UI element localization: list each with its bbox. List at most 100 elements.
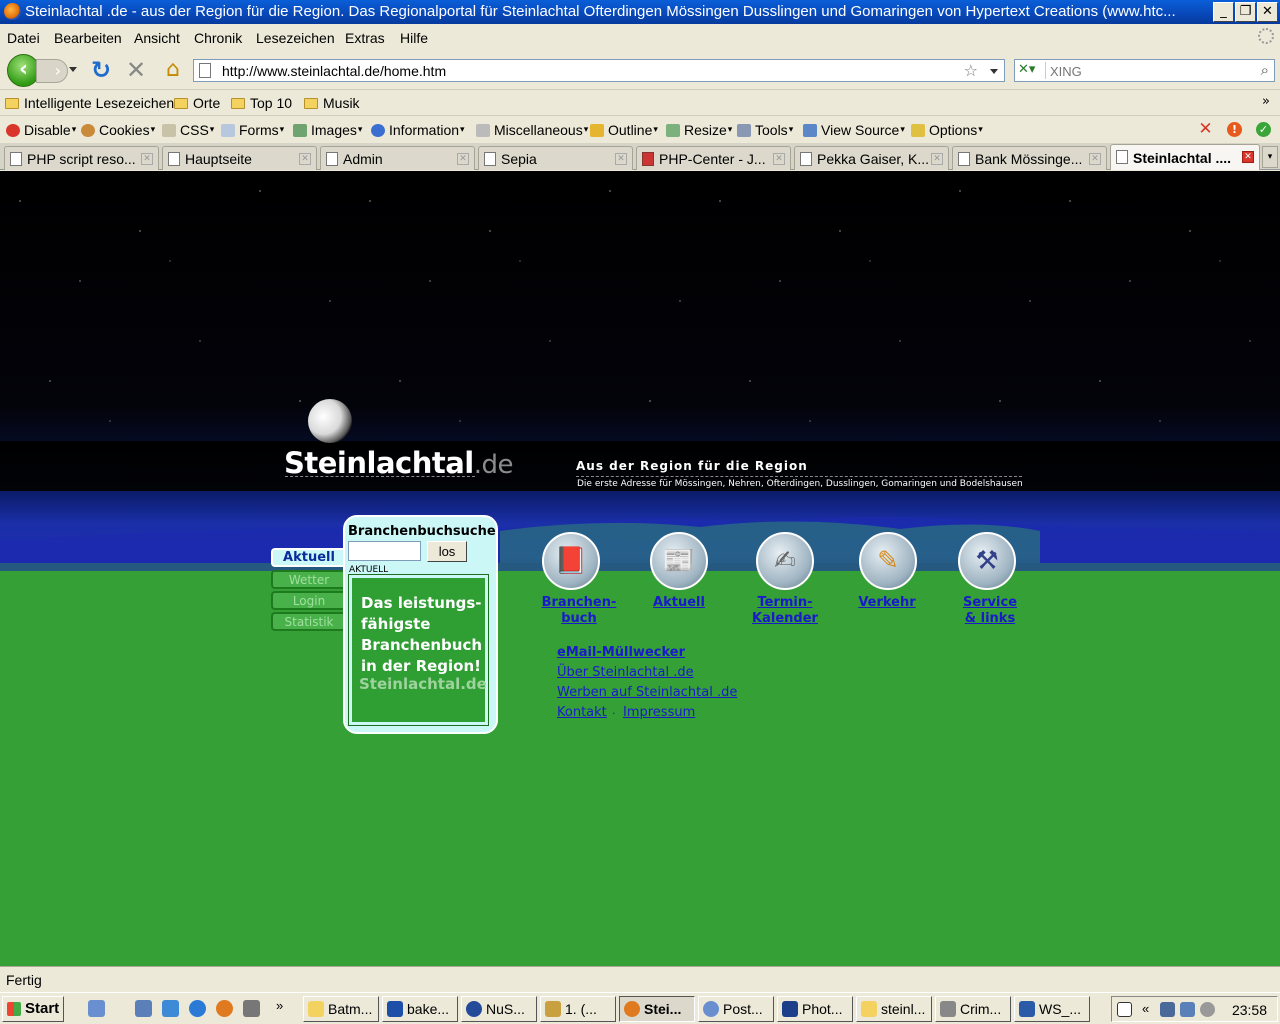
menu-lesezeichen[interactable]: Lesezeichen (256, 30, 335, 46)
tab-close-icon[interactable]: ✕ (931, 153, 943, 165)
start-button[interactable]: Start (2, 996, 64, 1022)
branchenbuch-icon-button[interactable]: 📕 (542, 532, 600, 590)
link-kontakt[interactable]: Kontakt (557, 705, 607, 720)
tab-pekka-gaiser[interactable]: Pekka Gaiser, K... ✕ (794, 146, 949, 170)
tab-close-icon[interactable]: ✕ (457, 153, 469, 165)
nav-link-branchenbuch[interactable]: Branchen- buch (538, 595, 620, 627)
nav-link-service[interactable]: Service & links (955, 595, 1025, 627)
url-dropdown-icon[interactable] (990, 69, 998, 74)
bookmark-folder-orte[interactable]: Orte (174, 95, 220, 111)
menu-chronik[interactable]: Chronik (194, 30, 242, 46)
task-bake[interactable]: bake... (382, 996, 458, 1022)
sidenav-wetter[interactable]: Wetter (271, 570, 345, 589)
bookmark-star-icon[interactable]: ☆ (964, 61, 978, 80)
dev-tools-menu[interactable]: Tools▾ (737, 122, 793, 138)
bookmark-folder-top10[interactable]: Top 10 (231, 95, 292, 111)
search-input[interactable] (1050, 62, 1250, 80)
link-werben[interactable]: Werben auf Steinlachtal .de (557, 685, 737, 700)
tab-sepia[interactable]: Sepia ✕ (478, 146, 633, 170)
quicklaunch-ie-icon[interactable] (189, 1000, 206, 1017)
link-ueber-steinlachtal[interactable]: Über Steinlachtal .de (557, 665, 694, 680)
tab-php-script[interactable]: PHP script reso... ✕ (4, 146, 159, 170)
task-post[interactable]: Post... (698, 996, 774, 1022)
dev-viewsource-menu[interactable]: View Source▾ (803, 122, 905, 138)
link-email-muellwecker[interactable]: eMail-Müllwecker (557, 645, 685, 660)
home-button[interactable]: ⌂ (160, 58, 186, 84)
quicklaunch-network-icon[interactable] (135, 1000, 152, 1017)
tab-close-icon[interactable]: ✕ (773, 153, 785, 165)
sidenav-aktuell[interactable]: Aktuell (271, 548, 345, 567)
bookmarks-overflow-chevron[interactable]: » (1262, 94, 1270, 109)
tab-list-dropdown-icon[interactable]: ▾ (1262, 146, 1278, 168)
task-nus[interactable]: NuS... (461, 996, 537, 1022)
tab-close-icon[interactable]: ✕ (1089, 153, 1101, 165)
tab-close-icon[interactable]: ✕ (299, 153, 311, 165)
task-photoshop[interactable]: Phot... (777, 996, 853, 1022)
restore-button[interactable]: ❐ (1235, 2, 1256, 22)
dev-css-menu[interactable]: CSS▾ (162, 122, 214, 138)
bookmark-folder-intelligente[interactable]: Intelligente Lesezeichen (5, 95, 174, 111)
sidenav-statistik[interactable]: Statistik (271, 612, 345, 631)
url-bar[interactable]: ☆ (193, 59, 1005, 82)
network-icon[interactable] (1160, 1002, 1175, 1017)
quicklaunch-pc-icon[interactable] (243, 1000, 260, 1017)
tab-close-icon[interactable]: ✕ (141, 153, 153, 165)
verkehr-icon-button[interactable]: ✎ (859, 532, 917, 590)
reload-button[interactable]: ↻ (88, 58, 114, 84)
dev-cookies-menu[interactable]: Cookies▾ (81, 122, 155, 138)
menu-hilfe[interactable]: Hilfe (400, 30, 428, 46)
task-steinlachtal-firefox[interactable]: Stei... (619, 996, 695, 1022)
dev-outline-menu[interactable]: Outline▾ (590, 122, 658, 138)
quicklaunch-more-chevron[interactable]: » (276, 999, 286, 1017)
dev-misc-menu[interactable]: Miscellaneous▾ (476, 122, 588, 138)
site-logo[interactable]: Steinlachtal.de (284, 446, 514, 480)
help-icon[interactable] (1117, 1002, 1132, 1017)
volume-icon[interactable] (1200, 1002, 1215, 1017)
menu-ansicht[interactable]: Ansicht (134, 30, 180, 46)
aktuell-icon-button[interactable]: 📰 (650, 532, 708, 590)
promo-box[interactable]: Das leistungs- fähigste Branchenbuch in … (348, 574, 489, 726)
dev-information-menu[interactable]: Information▾ (371, 122, 465, 138)
search-go-button[interactable]: los (427, 541, 467, 562)
search-bar[interactable]: ✕▾ ⌕ (1014, 59, 1275, 82)
menu-bearbeiten[interactable]: Bearbeiten (54, 30, 122, 46)
branchen-search-input[interactable] (348, 541, 421, 561)
quicklaunch-desktop-icon[interactable] (88, 1000, 105, 1017)
url-input[interactable] (222, 62, 952, 80)
dev-images-menu[interactable]: Images▾ (293, 122, 362, 138)
warning-icon[interactable]: ! (1227, 122, 1242, 137)
search-icon[interactable]: ⌕ (1261, 61, 1269, 79)
link-impressum[interactable]: Impressum (623, 705, 695, 720)
nav-link-verkehr[interactable]: Verkehr (852, 595, 922, 611)
stop-button[interactable]: ✕ (123, 58, 149, 84)
tab-steinlachtal[interactable]: Steinlachtal .... ✕ (1110, 144, 1260, 170)
forward-button[interactable]: › (36, 59, 68, 83)
tab-hauptseite[interactable]: Hauptseite ✕ (162, 146, 317, 170)
quicklaunch-app-icon[interactable] (162, 1000, 179, 1017)
dev-disable-menu[interactable]: Disable▾ (6, 122, 76, 138)
nav-link-termin-kalender[interactable]: Termin- Kalender (748, 595, 822, 627)
task-crim[interactable]: Crim... (935, 996, 1011, 1022)
tab-close-icon[interactable]: ✕ (1242, 151, 1254, 163)
tab-close-icon[interactable]: ✕ (615, 153, 627, 165)
service-links-icon-button[interactable]: ⚒ (958, 532, 1016, 590)
error-x-icon[interactable]: ✕ (1198, 121, 1213, 138)
close-window-button[interactable]: ✕ (1257, 2, 1278, 22)
history-dropdown-icon[interactable] (69, 67, 77, 72)
dev-resize-menu[interactable]: Resize▾ (666, 122, 732, 138)
ok-check-icon[interactable]: ✓ (1256, 122, 1271, 137)
task-ws-ftp[interactable]: WS_... (1014, 996, 1090, 1022)
task-batm[interactable]: Batm... (303, 996, 379, 1022)
monitor-icon[interactable] (1180, 1002, 1195, 1017)
quicklaunch-firefox-icon[interactable] (216, 1000, 233, 1017)
task-1[interactable]: 1. (... (540, 996, 616, 1022)
tab-bank-moessingen[interactable]: Bank Mössinge... ✕ (952, 146, 1107, 170)
task-steinl-folder[interactable]: steinl... (856, 996, 932, 1022)
nav-link-aktuell[interactable]: Aktuell (646, 595, 712, 611)
tab-admin[interactable]: Admin ✕ (320, 146, 475, 170)
window-title-bar[interactable]: Steinlachtal .de - aus der Region für di… (0, 0, 1280, 24)
tray-expand-chevron[interactable]: « (1142, 1002, 1152, 1017)
dev-options-menu[interactable]: Options▾ (911, 122, 983, 138)
menu-extras[interactable]: Extras (345, 30, 385, 46)
xing-engine-icon[interactable]: ✕▾ (1018, 62, 1046, 79)
